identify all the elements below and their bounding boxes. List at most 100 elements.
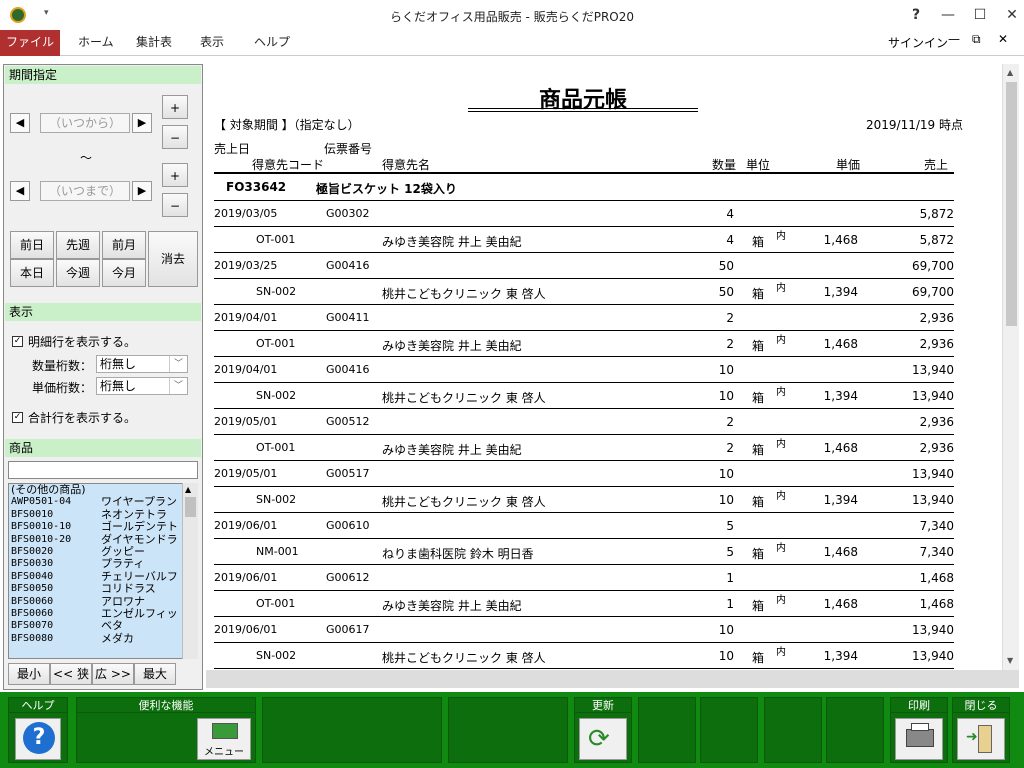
product-search-input[interactable] (8, 461, 198, 479)
row-cust-name: みゆき美容院 井上 美由紀 (382, 599, 522, 613)
col-price: 単価 (835, 158, 860, 172)
qty-digits-select[interactable]: 桁無し ﹀ (96, 355, 188, 373)
table-row: SN-002 桃井こどもクリニック 東 啓人 10 箱内 1,394 13,940 (206, 643, 1002, 669)
table-row: 2019/05/01 G00512 2 2,936 (206, 409, 1002, 435)
from-minus-button[interactable]: − (162, 125, 188, 149)
price-digits-select[interactable]: 桁無し ﹀ (96, 377, 188, 395)
menu-button[interactable]: メニュー (197, 718, 251, 760)
help-button[interactable]: ? (15, 718, 61, 760)
prev-week-button[interactable]: 先週 (56, 231, 100, 259)
close-window-button[interactable]: ✕ (994, 0, 1024, 30)
range-tilde: 〜 (80, 151, 93, 165)
scroll-down-icon[interactable]: ▼ (1007, 656, 1013, 665)
product-code: AWP0501-04 (11, 496, 72, 508)
row-tax-flag: 内 (776, 439, 786, 450)
price-digits-label: 単価桁数： (32, 381, 93, 395)
chevron-down-icon: ﹀ (169, 378, 187, 394)
zoom-max-button[interactable]: 最大 (134, 663, 176, 685)
from-prev-button[interactable]: ◀ (10, 113, 30, 133)
minimize-button[interactable]: — (930, 0, 966, 30)
row-cust-code: SN-002 (256, 285, 297, 298)
row-date: 2019/03/05 (214, 207, 278, 220)
row-cust-name: みゆき美容院 井上 美由紀 (382, 235, 522, 249)
prev-month-button[interactable]: 前月 (102, 231, 146, 259)
zoom-min-button[interactable]: 最小 (8, 663, 50, 685)
zoom-narrow-button[interactable]: << 狭 (50, 663, 92, 685)
row-slip: G00302 (326, 207, 370, 220)
bottom-toolbar: ヘルプ ? 便利な機能 メニュー 更新 ⟳ 印刷 閉じる ➜ (0, 692, 1024, 768)
close-button[interactable]: ➜ (957, 718, 1005, 760)
zoom-wide-button[interactable]: 広 >> (92, 663, 134, 685)
row-cust-name: ねりま歯科医院 鈴木 明日香 (382, 547, 534, 561)
this-week-button[interactable]: 今週 (56, 259, 100, 287)
show-detail-checkbox[interactable]: ✓ (12, 336, 23, 347)
table-row: NM-001 ねりま歯科医院 鈴木 明日香 5 箱内 1,468 7,340 (206, 539, 1002, 565)
col-cust-code: 得意先コード (252, 158, 325, 172)
prev-day-button[interactable]: 前日 (10, 231, 54, 259)
to-minus-button[interactable]: − (162, 193, 188, 217)
report-rows: 2019/03/05 G00302 4 5,872 OT-001 みゆき美容院 井上 美由… (206, 201, 1002, 669)
product-code: BFS0080 (11, 632, 54, 644)
row-cust-name: 桃井こどもクリニック 東 啓人 (382, 495, 546, 509)
table-row: OT-001 みゆき美容院 井上 美由紀 1 箱内 1,468 1,468 (206, 591, 1002, 617)
report-vertical-scrollbar[interactable]: ▲ ▼ (1002, 64, 1019, 670)
scroll-thumb[interactable] (1006, 82, 1017, 326)
show-total-checkbox[interactable]: ✓ (12, 412, 23, 423)
period-text: 【 対象期間 】（指定なし） (214, 118, 360, 132)
menu-view[interactable]: 表示 (184, 30, 240, 56)
table-row: SN-002 桃井こどもクリニック 東 啓人 10 箱内 1,394 13,940 (206, 383, 1002, 409)
print-label: 印刷 (891, 698, 947, 713)
row-cust-code: SN-002 (256, 649, 297, 662)
table-row: 2019/04/01 G00416 10 13,940 (206, 357, 1002, 383)
product-list-item[interactable]: AWP0501-04 ワイヤープラン (9, 496, 197, 508)
scroll-up-icon[interactable]: ▲ (1007, 68, 1013, 77)
this-month-button[interactable]: 今月 (102, 259, 146, 287)
product-code: BFS0010-20 (11, 533, 72, 545)
product-code: BFS0060 (11, 607, 54, 619)
scroll-up-icon[interactable]: ▲ (185, 485, 191, 494)
col-cust-name: 得意先名 (382, 158, 431, 172)
to-prev-button[interactable]: ◀ (10, 181, 30, 201)
help-icon[interactable]: ? (898, 0, 934, 30)
product-list-item[interactable]: BFS0070 ベタ (9, 620, 197, 632)
scroll-thumb[interactable] (185, 497, 196, 517)
horizontal-scrollbar[interactable] (206, 670, 1019, 688)
table-row: 2019/05/01 G00517 10 13,940 (206, 461, 1002, 487)
table-row: 2019/04/01 G00411 2 2,936 (206, 305, 1002, 331)
product-list-scrollbar[interactable]: ▲ (182, 483, 198, 659)
clear-button[interactable]: 消去 (148, 231, 198, 287)
from-next-button[interactable]: ▶ (132, 113, 152, 133)
empty-panel (764, 697, 822, 763)
today-button[interactable]: 本日 (10, 259, 54, 287)
product-list-item[interactable]: BFS0010-10 ゴールデンテト (9, 521, 197, 533)
row-qty: 5 (726, 519, 734, 533)
menu-help[interactable]: ヘルプ (238, 30, 306, 56)
row-rule (214, 668, 954, 669)
row-amount: 13,940 (912, 363, 954, 377)
product-list-item[interactable]: BFS0080 メダカ (9, 632, 197, 645)
ribbon-close-button[interactable]: ✕ (998, 32, 1008, 46)
print-button[interactable] (895, 718, 943, 760)
row-cust-code: SN-002 (256, 389, 297, 402)
ribbon-minimize-button[interactable]: — (948, 32, 960, 46)
signin-link[interactable]: サインイン (888, 34, 948, 51)
row-qty: 2 (726, 441, 734, 455)
row-cust-name: みゆき美容院 井上 美由紀 (382, 443, 522, 457)
product-list[interactable]: (その他の商品) AWP0501-04 ワイヤープラン BFS0010 ネオンテトラ BF… (8, 483, 198, 659)
from-plus-button[interactable]: + (162, 95, 188, 119)
from-date-field[interactable]: （いつから） (40, 113, 130, 133)
row-amount: 13,940 (912, 623, 954, 637)
menu-summary[interactable]: 集計表 (120, 30, 188, 56)
to-next-button[interactable]: ▶ (132, 181, 152, 201)
to-date-field[interactable]: （いつまで） (40, 181, 130, 201)
product-code: BFS0020 (11, 545, 54, 557)
menu-file[interactable]: ファイル (0, 30, 60, 56)
row-tax-flag: 内 (776, 543, 786, 554)
ribbon-restore-button[interactable]: ⧉ (972, 32, 981, 47)
refresh-button[interactable]: ⟳ (579, 718, 627, 760)
to-plus-button[interactable]: + (162, 163, 188, 187)
row-qty: 10 (718, 363, 734, 377)
maximize-button[interactable]: ☐ (962, 0, 998, 30)
product-list-item[interactable]: BFS0050 コリドラス (9, 583, 197, 595)
product-list-item[interactable]: BFS0030 プラティ (9, 558, 197, 570)
